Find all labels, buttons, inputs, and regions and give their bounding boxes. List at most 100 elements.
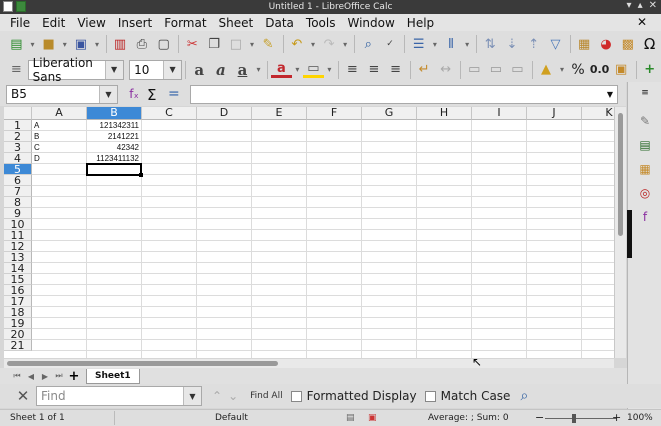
currency-dropdown-icon[interactable]: ▾ bbox=[557, 60, 566, 80]
column-header[interactable]: C bbox=[142, 107, 197, 120]
vertical-scroll-thumb[interactable] bbox=[618, 113, 623, 236]
column-header[interactable]: D bbox=[197, 107, 252, 120]
sidebar-settings-icon[interactable]: ≡ bbox=[636, 84, 654, 102]
sum-icon[interactable]: Σ bbox=[147, 86, 163, 104]
tab-sheet1[interactable]: Sheet1 bbox=[86, 368, 140, 384]
find-previous-icon[interactable]: ⌃ bbox=[212, 389, 222, 403]
column-header[interactable]: I bbox=[472, 107, 527, 120]
cell-B1[interactable]: 121342311 bbox=[87, 120, 141, 131]
insert-chart-icon[interactable]: ◕ bbox=[596, 34, 617, 54]
window-menu-icon[interactable] bbox=[3, 1, 13, 12]
cell-B4[interactable]: 1123411132 bbox=[87, 153, 141, 164]
close-find-icon[interactable]: ✕ bbox=[14, 387, 32, 405]
align-top-icon[interactable]: ▭ bbox=[464, 60, 485, 80]
find-replace-icon[interactable]: ⌕ bbox=[358, 34, 379, 54]
spelling-icon[interactable]: ✓ bbox=[380, 34, 401, 54]
zoom-out-icon[interactable]: − bbox=[535, 411, 544, 424]
styles-sidebar-icon[interactable]: ▤ bbox=[636, 136, 654, 154]
menu-format[interactable]: Format bbox=[158, 16, 212, 30]
menu-edit[interactable]: Edit bbox=[36, 16, 71, 30]
column-header[interactable]: E bbox=[252, 107, 307, 120]
date-format-icon[interactable]: ▣ bbox=[611, 60, 632, 80]
new-document-icon[interactable]: ▤ bbox=[6, 34, 27, 54]
last-sheet-icon[interactable]: ⏭ bbox=[52, 371, 66, 381]
chevron-down-icon[interactable]: ▼ bbox=[99, 85, 117, 103]
undo-dropdown-icon[interactable]: ▾ bbox=[308, 34, 317, 54]
save-icon[interactable]: ▣ bbox=[70, 34, 91, 54]
align-right-icon[interactable]: ≡ bbox=[385, 60, 406, 80]
number-format-icon[interactable]: 0.0 bbox=[589, 60, 610, 80]
row-icon[interactable]: ☰ bbox=[408, 34, 429, 54]
menu-sheet[interactable]: Sheet bbox=[213, 16, 260, 30]
align-bottom-icon[interactable]: ▭ bbox=[507, 60, 528, 80]
undo-icon[interactable]: ↶ bbox=[286, 34, 307, 54]
cell-A2[interactable]: B bbox=[34, 131, 84, 142]
sidebar-collapse-handle[interactable] bbox=[627, 210, 632, 258]
special-character-icon[interactable]: Ω bbox=[639, 34, 660, 54]
pivot-table-icon[interactable]: ▩ bbox=[617, 34, 638, 54]
redo-dropdown-icon[interactable]: ▾ bbox=[340, 34, 349, 54]
redo-icon[interactable]: ↷ bbox=[319, 34, 340, 54]
align-vertical-center-icon[interactable]: ▭ bbox=[486, 60, 507, 80]
find-all-button[interactable]: Find All bbox=[250, 391, 282, 401]
align-center-icon[interactable]: ≡ bbox=[364, 60, 385, 80]
formula-icon[interactable]: = bbox=[168, 86, 184, 102]
sort-icon[interactable]: ⇅ bbox=[480, 34, 501, 54]
cell-B3[interactable]: 42342 bbox=[87, 142, 141, 153]
menu-view[interactable]: View bbox=[71, 16, 111, 30]
bold-icon[interactable]: a bbox=[189, 60, 210, 80]
first-sheet-icon[interactable]: ⏮ bbox=[10, 371, 24, 381]
align-left-icon[interactable]: ≡ bbox=[342, 60, 363, 80]
expand-formula-icon[interactable]: ▼ bbox=[603, 86, 617, 103]
formatted-display-checkbox[interactable] bbox=[290, 390, 302, 402]
horizontal-scroll-thumb[interactable] bbox=[7, 361, 278, 366]
cell-A1[interactable]: A bbox=[34, 120, 84, 131]
add-sheet-icon[interactable]: + bbox=[66, 369, 82, 384]
spreadsheet-grid[interactable]: A B C D E F G H I J K 1 2 3 4 5 6 7 8 9 … bbox=[4, 107, 614, 358]
row-header[interactable]: 21 bbox=[4, 340, 32, 351]
export-pdf-icon[interactable]: ▥ bbox=[110, 34, 131, 54]
maximize-icon[interactable]: ▴ bbox=[638, 0, 643, 11]
italic-icon[interactable]: a bbox=[211, 60, 232, 80]
zoom-in-icon[interactable]: + bbox=[612, 411, 621, 424]
zoom-level[interactable]: 100% bbox=[627, 413, 653, 423]
menu-help[interactable]: Help bbox=[401, 16, 440, 30]
copy-icon[interactable]: ❐ bbox=[204, 34, 225, 54]
column-header[interactable]: A bbox=[32, 107, 87, 120]
clone-formatting-icon[interactable]: ✎ bbox=[258, 34, 279, 54]
autofilter-icon[interactable]: ▽ bbox=[545, 34, 566, 54]
menu-file[interactable]: File bbox=[4, 16, 36, 30]
cell-A4[interactable]: D bbox=[34, 153, 84, 164]
close-window-icon[interactable]: ✕ bbox=[649, 0, 657, 11]
column-header[interactable]: H bbox=[417, 107, 472, 120]
background-color-icon[interactable]: ▭ bbox=[303, 61, 324, 78]
column-header[interactable]: G bbox=[362, 107, 417, 120]
zoom-slider-track[interactable] bbox=[545, 418, 617, 419]
merge-cells-icon[interactable]: ↔ bbox=[435, 60, 456, 80]
selection-mode-icon[interactable]: ▤ bbox=[346, 413, 355, 423]
underline-dropdown-icon[interactable]: ▾ bbox=[254, 60, 263, 80]
insert-image-icon[interactable]: ▦ bbox=[574, 34, 595, 54]
column-header[interactable]: F bbox=[307, 107, 362, 120]
background-color-dropdown-icon[interactable]: ▾ bbox=[325, 60, 334, 80]
add-decimal-icon[interactable]: + bbox=[639, 60, 660, 80]
navigator-icon[interactable]: ◎ bbox=[636, 184, 654, 202]
cut-icon[interactable]: ✂ bbox=[182, 34, 203, 54]
open-dropdown-icon[interactable]: ▾ bbox=[60, 34, 69, 54]
save-dropdown-icon[interactable]: ▾ bbox=[92, 34, 101, 54]
percent-format-icon[interactable]: % bbox=[568, 60, 589, 80]
page-style[interactable]: Default bbox=[215, 413, 248, 423]
functions-icon[interactable]: f bbox=[636, 208, 654, 226]
cell-B2[interactable]: 2141221 bbox=[87, 131, 141, 142]
underline-icon[interactable]: a bbox=[232, 60, 253, 80]
find-input[interactable]: Find ▼ bbox=[36, 386, 202, 406]
next-sheet-icon[interactable]: ▶ bbox=[38, 372, 52, 381]
properties-icon[interactable]: ✎ bbox=[636, 112, 654, 130]
currency-format-icon[interactable]: ▲ bbox=[536, 60, 557, 80]
column-header[interactable]: J bbox=[527, 107, 582, 120]
wrap-text-icon[interactable]: ↵ bbox=[414, 60, 435, 80]
font-color-icon[interactable]: a bbox=[271, 61, 292, 78]
close-document-icon[interactable]: ✕ bbox=[631, 15, 653, 29]
previous-sheet-icon[interactable]: ◀ bbox=[24, 372, 38, 381]
column-header-selected[interactable]: B bbox=[87, 107, 142, 120]
